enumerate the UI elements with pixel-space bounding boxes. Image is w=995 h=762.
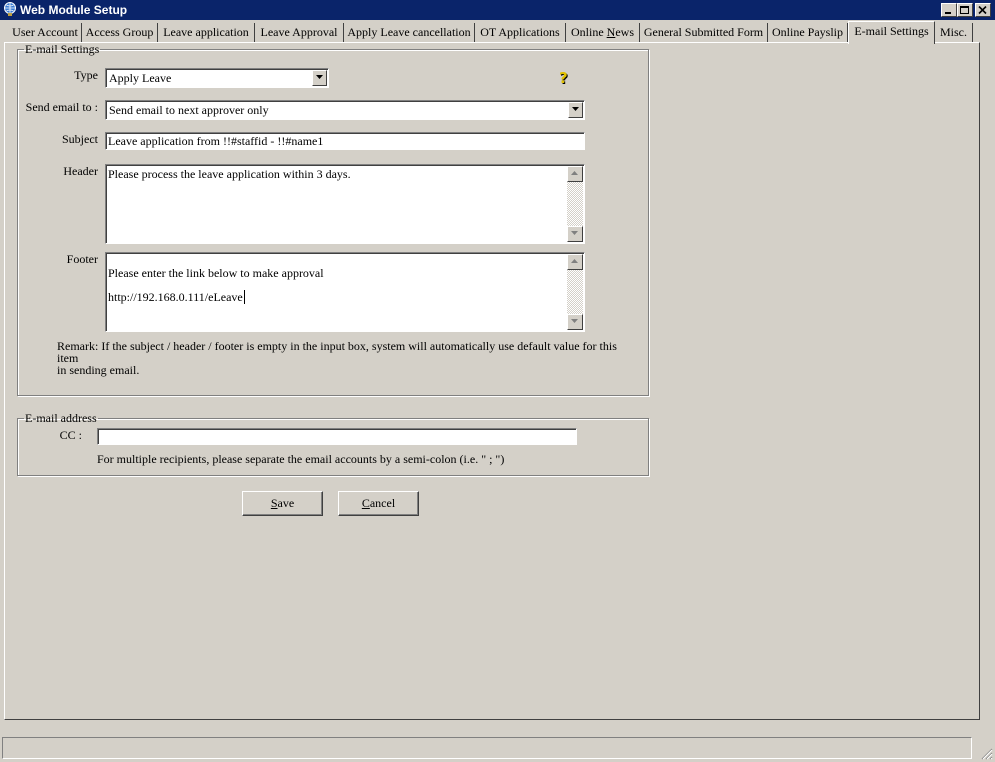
send-to-dropdown-button[interactable] <box>568 102 583 118</box>
header-label: Header <box>63 164 98 178</box>
help-icon[interactable]: ? ? <box>559 70 573 86</box>
type-select-value: Apply Leave <box>109 71 172 85</box>
footer-text-line1: Please enter the link below to make appr… <box>108 266 324 280</box>
email-settings-legend: E-mail Settings <box>25 42 100 56</box>
save-accel: S <box>270 496 278 510</box>
save-label: ave <box>277 496 295 510</box>
tab-ot-applications[interactable]: OT Applications <box>475 23 566 43</box>
chevron-up-icon <box>571 259 578 263</box>
cc-input[interactable] <box>97 428 577 445</box>
tab-leave-approval[interactable]: Leave Approval <box>255 23 344 43</box>
footer-textarea[interactable]: Please enter the link below to make appr… <box>105 252 585 332</box>
tab-online-news[interactable]: Online News <box>566 23 640 43</box>
title-bar: Web Module Setup <box>0 0 995 20</box>
header-text: Please process the leave application wit… <box>108 167 351 181</box>
remark-text: Remark: If the subject / header / footer… <box>57 340 637 376</box>
chevron-down-icon <box>316 75 323 79</box>
remark-line-1: Remark: If the subject / header / footer… <box>57 339 617 365</box>
tab-online-news-label: Online <box>570 25 607 39</box>
cancel-accel: C <box>361 496 370 510</box>
close-button[interactable] <box>975 3 991 17</box>
save-button[interactable]: Save <box>242 491 323 516</box>
resize-grip-icon[interactable] <box>981 748 993 760</box>
tab-access-group[interactable]: Access Group <box>82 23 158 43</box>
minimize-button[interactable] <box>941 3 957 17</box>
footer-link-text: http://192.168.0.111/eLeave <box>108 290 243 304</box>
header-textarea[interactable]: Please process the leave application wit… <box>105 164 585 244</box>
globe-icon <box>4 2 16 16</box>
chevron-up-icon <box>571 171 578 175</box>
footer-label: Footer <box>66 252 98 266</box>
cancel-label: ancel <box>369 496 396 510</box>
footer-text-line2: http://192.168.0.111/eLeave <box>108 290 566 304</box>
subject-label: Subject <box>62 132 98 146</box>
window-title: Web Module Setup <box>20 3 128 17</box>
header-scrollbar[interactable] <box>567 166 583 242</box>
text-cursor <box>243 290 245 304</box>
tab-online-news-label-rest: ews <box>615 25 634 39</box>
chevron-down-icon <box>572 107 579 111</box>
chevron-down-icon <box>571 231 578 235</box>
send-to-select[interactable]: Send email to next approver only <box>105 100 585 120</box>
subject-input[interactable] <box>105 132 585 150</box>
email-address-legend: E-mail address <box>25 411 97 425</box>
cc-hint: For multiple recipients, please separate… <box>97 452 505 466</box>
header-scroll-down-button[interactable] <box>567 226 583 242</box>
footer-scroll-down-button[interactable] <box>567 314 583 330</box>
footer-scrollbar[interactable] <box>567 254 583 330</box>
status-bar <box>2 737 972 759</box>
tab-misc[interactable]: Misc. <box>935 23 973 43</box>
close-icon <box>978 6 987 15</box>
type-select[interactable]: Apply Leave <box>105 68 329 88</box>
tab-general-submitted-form[interactable]: General Submitted Form <box>640 23 768 43</box>
tab-online-payslip[interactable]: Online Payslip <box>768 23 848 43</box>
tab-strip: User Account Access Group Leave applicat… <box>0 21 995 44</box>
chevron-down-icon <box>571 319 578 323</box>
tab-apply-leave-cancellation[interactable]: Apply Leave cancellation <box>344 23 475 43</box>
maximize-button[interactable] <box>957 3 973 17</box>
header-scroll-up-button[interactable] <box>567 166 583 182</box>
maximize-icon <box>960 6 969 14</box>
svg-text:?: ? <box>559 70 568 86</box>
tab-user-account[interactable]: User Account <box>9 23 82 43</box>
send-to-select-value: Send email to next approver only <box>109 103 269 117</box>
minimize-icon <box>945 12 951 14</box>
cc-label: CC : <box>59 428 82 442</box>
type-dropdown-button[interactable] <box>312 70 327 86</box>
remark-line-2: in sending email. <box>57 363 140 377</box>
tab-email-settings[interactable]: E-mail Settings <box>848 21 935 44</box>
cancel-button[interactable]: Cancel <box>338 491 419 516</box>
type-label: Type <box>74 68 98 82</box>
tab-leave-application[interactable]: Leave application <box>158 23 255 43</box>
footer-scroll-up-button[interactable] <box>567 254 583 270</box>
send-to-label: Send email to : <box>25 100 98 114</box>
